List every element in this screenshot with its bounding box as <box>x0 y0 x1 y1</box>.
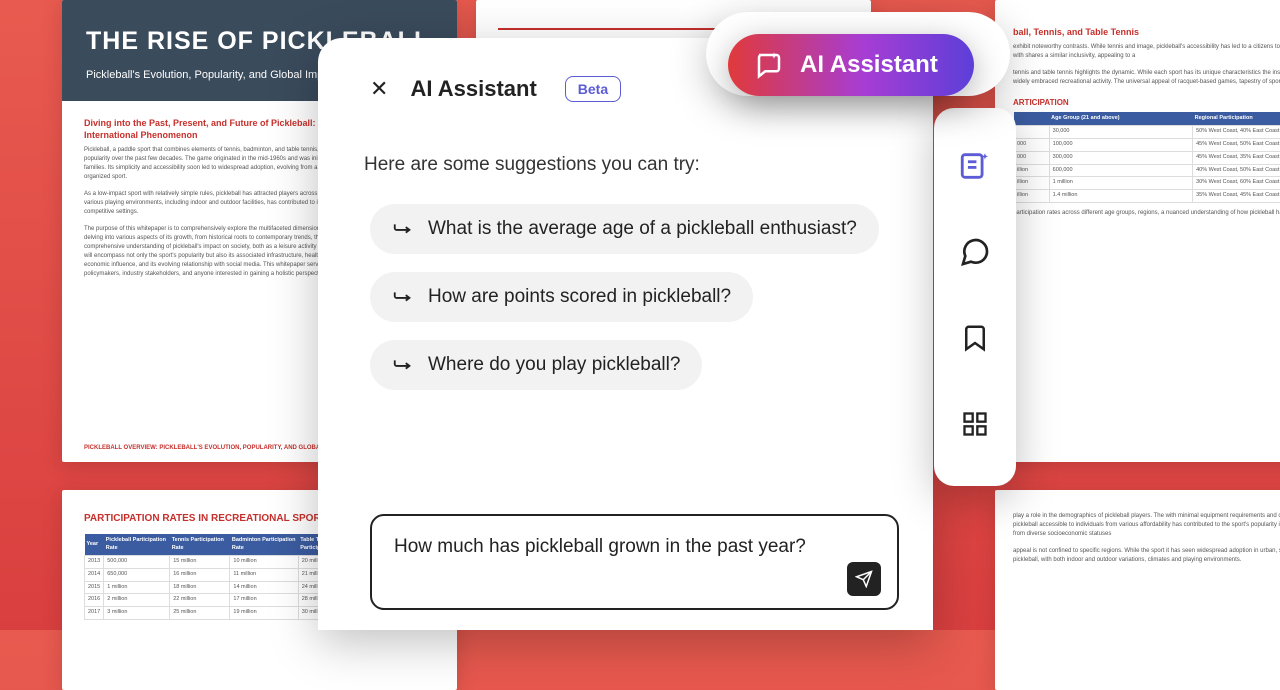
reply-arrow-icon <box>392 286 414 308</box>
ai-assistant-panel: ✕ AI Assistant Beta Here are some sugges… <box>318 38 933 630</box>
suggestion-text: What is the average age of a pickleball … <box>428 218 857 240</box>
doc3-head: ball, Tennis, and Table Tennis <box>1013 26 1280 39</box>
chat-input-text: How much has pickleball grown in the pas… <box>394 536 806 557</box>
comment-icon <box>959 236 991 268</box>
suggestion-text: Where do you play pickleball? <box>428 354 680 376</box>
send-icon <box>855 570 873 588</box>
summary-icon <box>958 149 992 183</box>
bookmark-tool[interactable] <box>957 320 993 356</box>
ai-assistant-button[interactable]: AI Assistant <box>728 34 974 96</box>
doc3-para: tennis and table tennis highlights the d… <box>1013 69 1280 87</box>
ai-button-label: AI Assistant <box>800 51 938 79</box>
beta-badge: Beta <box>565 76 621 102</box>
close-button[interactable]: ✕ <box>370 76 388 102</box>
bookmark-icon <box>960 323 990 353</box>
grid-icon <box>961 410 989 438</box>
chat-input[interactable]: How much has pickleball grown in the pas… <box>370 514 899 610</box>
suggestion-item[interactable]: How are points scored in pickleball? <box>370 272 753 322</box>
side-toolbar <box>934 108 1016 486</box>
doc5-para: play a role in the demographics of pickl… <box>1013 512 1280 539</box>
summary-tool[interactable] <box>957 148 993 184</box>
reply-arrow-icon <box>392 218 414 240</box>
reply-arrow-icon <box>392 354 414 376</box>
document-page-3: ball, Tennis, and Table Tennis exhibit n… <box>995 0 1280 462</box>
comment-tool[interactable] <box>957 234 993 270</box>
doc3-table: Age Group (21 and above)Regional Partici… <box>1013 112 1280 203</box>
chat-sparkle-icon <box>754 50 784 80</box>
suggestions-intro: Here are some suggestions you can try: <box>364 154 899 176</box>
panel-title: AI Assistant <box>410 76 536 102</box>
doc3-caption: participation rates across different age… <box>1013 209 1280 218</box>
doc3-para: exhibit noteworthy contrasts. While tenn… <box>1013 43 1280 61</box>
grid-tool[interactable] <box>957 406 993 442</box>
suggestion-item[interactable]: What is the average age of a pickleball … <box>370 204 879 254</box>
suggestion-item[interactable]: Where do you play pickleball? <box>370 340 702 390</box>
send-button[interactable] <box>847 562 881 596</box>
doc5-para: appeal is not confined to specific regio… <box>1013 547 1280 565</box>
doc3-table-label: ARTICIPATION <box>1013 97 1280 108</box>
document-page-5: play a role in the demographics of pickl… <box>995 490 1280 690</box>
suggestion-text: How are points scored in pickleball? <box>428 286 731 308</box>
